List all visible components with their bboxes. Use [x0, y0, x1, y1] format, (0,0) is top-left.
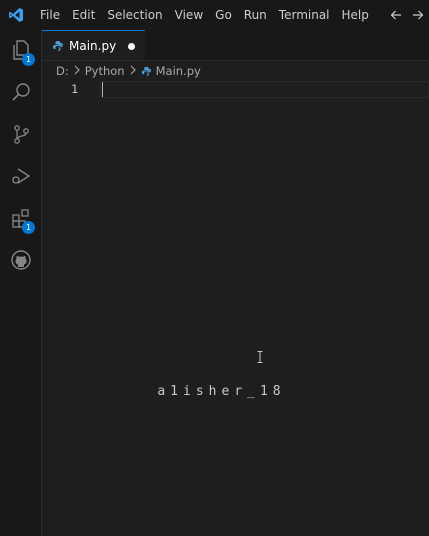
menu-file[interactable]: File — [34, 0, 66, 30]
activity-run-debug[interactable] — [0, 158, 41, 198]
tab-label: Main.py — [69, 38, 117, 53]
menu-edit[interactable]: Edit — [66, 0, 101, 30]
github-icon — [10, 249, 32, 275]
menu-bar: File Edit Selection View Go Run Terminal… — [34, 0, 375, 30]
activity-source-control[interactable] — [0, 116, 41, 156]
activity-extensions[interactable]: 1 — [0, 200, 41, 240]
text-cursor — [102, 82, 103, 97]
breadcrumb-folder[interactable]: Python — [85, 64, 125, 78]
chevron-right-icon — [129, 65, 137, 78]
arrow-left-icon[interactable] — [385, 0, 407, 30]
extensions-badge: 1 — [22, 221, 35, 234]
ibeam-cursor-icon — [257, 348, 263, 367]
search-icon — [10, 81, 32, 107]
chevron-right-icon — [73, 65, 81, 78]
line-number: 1 — [71, 82, 78, 96]
arrow-right-icon[interactable] — [407, 0, 429, 30]
activity-explorer[interactable]: 1 — [0, 32, 41, 72]
breadcrumb-file[interactable]: Main.py — [156, 64, 201, 78]
menu-go[interactable]: Go — [209, 0, 238, 30]
activity-bar: 1 1 — [0, 30, 42, 536]
title-bar: File Edit Selection View Go Run Terminal… — [0, 0, 429, 30]
menu-run[interactable]: Run — [238, 0, 273, 30]
unsaved-dot-icon[interactable] — [128, 43, 135, 50]
python-file-icon — [52, 40, 64, 52]
navigation-arrows — [385, 0, 429, 30]
breadcrumb: D: Python Main.py — [42, 60, 429, 82]
activity-github[interactable] — [0, 242, 41, 282]
explorer-badge: 1 — [22, 53, 35, 66]
run-debug-icon — [10, 165, 32, 191]
tab-main-py[interactable]: Main.py — [42, 30, 145, 60]
vscode-window: File Edit Selection View Go Run Terminal… — [0, 0, 429, 536]
editor-tabs: Main.py — [42, 30, 429, 61]
activity-search[interactable] — [0, 74, 41, 114]
code-editor[interactable]: 1 — [42, 81, 429, 536]
vscode-logo-icon — [2, 0, 30, 30]
source-control-icon — [10, 123, 32, 149]
menu-selection[interactable]: Selection — [101, 0, 168, 30]
menu-help[interactable]: Help — [336, 0, 375, 30]
breadcrumb-drive[interactable]: D: — [56, 64, 69, 78]
python-file-icon — [141, 66, 152, 77]
menu-terminal[interactable]: Terminal — [273, 0, 336, 30]
current-line-highlight — [100, 81, 429, 98]
watermark-text: a1isher_18 — [157, 384, 286, 399]
menu-view[interactable]: View — [169, 0, 209, 30]
